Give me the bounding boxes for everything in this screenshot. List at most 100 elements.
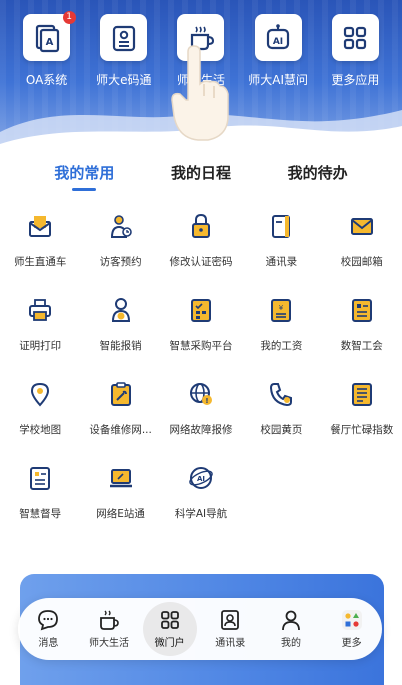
app-label: 校园邮箱: [340, 256, 383, 268]
app-label: 设备维修网...: [89, 424, 152, 436]
app-yellow-pages[interactable]: 校园黄页: [241, 376, 321, 460]
nav-me[interactable]: 我的: [264, 602, 318, 656]
tab-bar: 我的常用 我的日程 我的待办: [0, 160, 402, 200]
app-label: 网络E站通: [96, 508, 145, 520]
tab-my-frequent[interactable]: 我的常用: [54, 160, 114, 200]
app-label: 智能报销: [99, 340, 142, 352]
svg-text:!: !: [205, 397, 208, 405]
salary-icon: ¥: [263, 292, 299, 328]
map-pin-icon: [22, 376, 58, 412]
app-visitor-booking[interactable]: 访客预约: [80, 208, 160, 292]
grid-icon: [331, 14, 379, 61]
app-smart-purchase[interactable]: 智慧采购平台: [161, 292, 241, 376]
mail-letter-icon: [22, 208, 58, 244]
contact-icon: [221, 610, 240, 630]
app-restaurant-busy[interactable]: 餐厅忙碌指数: [322, 376, 402, 460]
nav-label: 师大生活: [88, 638, 129, 649]
oa-icon: A: [23, 14, 71, 61]
top-app-label: 更多应用: [331, 73, 380, 87]
active-tab-indicator: [72, 188, 97, 191]
purchase-icon: [183, 292, 219, 328]
app-label: 学校地图: [19, 424, 62, 436]
pointing-hand-icon: [171, 45, 229, 141]
visitor-icon: [103, 208, 139, 244]
app-label: 通讯录: [265, 256, 298, 268]
app-label: 数智工会: [340, 340, 383, 352]
message-icon: [38, 610, 59, 631]
nav-label: 我的: [280, 638, 301, 649]
person-icon: [282, 610, 300, 631]
app-label: 智慧督导: [19, 508, 62, 520]
app-label: 访客预约: [99, 256, 142, 268]
tab-my-todo[interactable]: 我的待办: [288, 160, 348, 200]
nav-shida-life[interactable]: 师大生活: [82, 602, 136, 656]
app-network-estation[interactable]: 网络E站通: [80, 460, 160, 544]
app-label: 修改认证密码: [169, 256, 233, 268]
nav-label: 通讯录: [215, 638, 246, 649]
app-label: 校园黄页: [260, 424, 303, 436]
app-smart-reimburse[interactable]: 智能报销: [80, 292, 160, 376]
app-campus-map[interactable]: 学校地图: [0, 376, 80, 460]
app-shisheng-zhitongche[interactable]: 师生直通车: [0, 208, 80, 292]
tab-label: 我的常用: [54, 164, 115, 182]
globe-warning-icon: !: [183, 376, 219, 412]
app-label: 我的工资: [260, 340, 303, 352]
more-apps-icon: [341, 610, 362, 630]
app-label: 科学AI导航: [174, 508, 228, 520]
top-app-label: OA系统: [25, 73, 68, 87]
app-smart-supervision[interactable]: 智慧督导: [0, 460, 80, 544]
phone-icon: [263, 376, 299, 412]
top-app-ecode[interactable]: 师大e码通: [90, 14, 158, 94]
app-equipment-repair[interactable]: 设备维修网...: [80, 376, 160, 460]
app-certificate-print[interactable]: 证明打印: [0, 292, 80, 376]
id-card-icon: [100, 14, 148, 61]
app-label: 证明打印: [19, 340, 62, 352]
top-app-label: 师大e码通: [96, 73, 152, 87]
grid-icon: [160, 611, 179, 629]
tab-label: 我的待办: [287, 164, 348, 182]
notification-badge: 1: [62, 11, 76, 24]
bottom-nav-bar: 消息 师大生活 微门户 通讯录 我的 更多: [18, 598, 382, 660]
app-label: 智慧采购平台: [169, 340, 233, 352]
address-book-icon: [263, 208, 299, 244]
top-app-oa[interactable]: A 1 OA系统: [13, 11, 81, 94]
app-network-repair[interactable]: ! 网络故障报修: [161, 376, 241, 460]
reimburse-robot-icon: [103, 292, 139, 328]
nav-label: 微门户: [154, 638, 185, 649]
app-label: 师生直通车: [13, 256, 67, 268]
printer-icon: [22, 292, 58, 328]
top-app-more[interactable]: 更多应用: [321, 14, 389, 94]
envelope-icon: [344, 208, 380, 244]
nav-contacts[interactable]: 通讯录: [203, 602, 257, 656]
lock-icon: [183, 208, 219, 244]
tab-my-schedule[interactable]: 我的日程: [171, 160, 231, 200]
ai-orbit-icon: AI: [183, 460, 219, 496]
app-union[interactable]: 数智工会: [322, 292, 402, 376]
nav-more[interactable]: 更多: [325, 602, 379, 656]
top-app-ai[interactable]: AI 师大AI慧问: [244, 14, 312, 94]
app-science-ai-nav[interactable]: AI 科学AI导航: [161, 460, 241, 544]
app-address-book[interactable]: 通讯录: [241, 208, 321, 292]
svg-text:A: A: [45, 37, 53, 48]
app-change-password[interactable]: 修改认证密码: [161, 208, 241, 292]
nav-label: 消息: [38, 638, 59, 649]
svg-text:AI: AI: [273, 37, 283, 47]
top-app-label: 师大AI慧问: [248, 73, 309, 87]
app-my-salary[interactable]: ¥ 我的工资: [241, 292, 321, 376]
restaurant-list-icon: [344, 376, 380, 412]
nav-label: 更多: [341, 638, 362, 649]
supervise-doc-icon: [22, 460, 58, 496]
union-icon: [344, 292, 380, 328]
nav-messages[interactable]: 消息: [21, 602, 75, 656]
app-label: 餐厅忙碌指数: [330, 424, 394, 436]
laptop-icon: [103, 460, 139, 496]
tab-label: 我的日程: [170, 164, 231, 182]
coffee-cup-icon: [100, 610, 119, 630]
nav-micro-portal[interactable]: 微门户: [142, 602, 197, 656]
app-label: 网络故障报修: [169, 424, 233, 436]
ai-robot-icon: AI: [254, 14, 302, 61]
app-campus-mail[interactable]: 校园邮箱: [322, 208, 402, 292]
svg-text:AI: AI: [197, 475, 205, 483]
repair-clipboard-icon: [103, 376, 139, 412]
app-grid: 师生直通车 访客预约 修改认证密码 通讯录 校园邮箱 证明打印 智能报销 智慧采…: [0, 208, 402, 544]
